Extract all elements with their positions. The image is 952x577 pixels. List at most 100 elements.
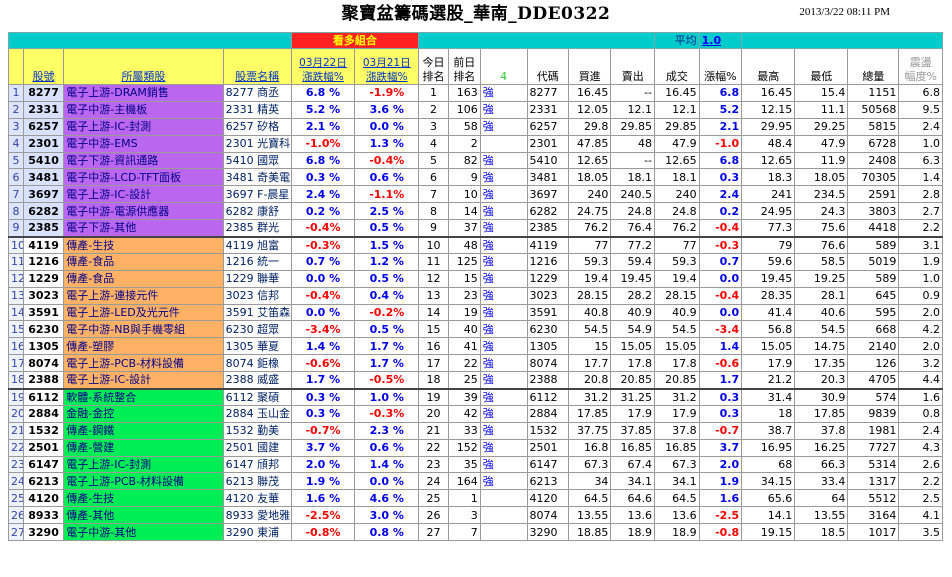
table-row[interactable]: 9 2385 電子下游-其他 2385 群光 -0.4% 0.5 % 9 37 強 2385 76.… (8, 219, 943, 238)
signal: 強 (479, 219, 528, 238)
table-row[interactable]: 143591電子上游-LED及光元件3591 艾笛森0.0 %-0.2%1419… (8, 303, 943, 322)
row-index: 25 (8, 489, 24, 508)
table-row[interactable]: 196112軟體-系統整合6112 聚碩0.3 %1.0 %1939強61123… (8, 387, 943, 406)
table-row[interactable]: 202884金融-金控2884 玉山金0.3 %-0.3%2042強288417… (8, 404, 943, 423)
table-row[interactable]: 156230電子中游-NB與手機零組6230 超眾-3.4%0.5 %1540強… (8, 320, 943, 339)
volume: 595 (847, 303, 900, 322)
table-row[interactable]: 211532傳產-鋼鐵1532 勤美-0.7%2.3 %2133強153237.… (8, 421, 943, 440)
table-row[interactable]: 182388電子上游-IC-設計2388 威盛1.7 %-0.5%1825強23… (8, 371, 943, 390)
table-row[interactable]: 246213電子上游-PCB-材料設備6213 聯茂1.9 %0.0 %2416… (8, 472, 943, 491)
change-pct: -0.3 (698, 235, 743, 254)
sector: 電子中游-主機板 (63, 100, 224, 119)
change-pct: -2.5 (698, 506, 743, 525)
table-row[interactable]: 104119傳產-生技4119 旭富-0.3%1.5 %1048強4119777… (8, 235, 943, 254)
table-row[interactable]: 8 6282 電子中游-電源供應器 6282 康舒 0.2 % 2.5 % 8 14 強 6282… (8, 202, 943, 221)
code2: 6230 (526, 320, 569, 339)
stock-code: 1532 (22, 421, 65, 440)
table-row[interactable]: 178074電子上游-PCB-材料設備8074 鉅橡-0.6%1.7 %1722… (8, 354, 943, 373)
rank-prev: 42 (447, 404, 481, 423)
change-d2: 0.0 % (354, 472, 420, 491)
code2: 2385 (526, 219, 569, 238)
change-d2: 0.6 % (354, 168, 420, 187)
stock-code: 1216 (22, 252, 65, 271)
stock-name: 4119 旭富 (222, 235, 292, 254)
rank-prev: 163 (447, 84, 481, 102)
low: 28.1 (794, 286, 849, 305)
amplitude: 3.2 (898, 354, 943, 373)
sector: 電子上游-LED及光元件 (63, 303, 224, 322)
deal: 59.3 (654, 252, 700, 271)
header-amp: 震盪 幅度% (898, 48, 943, 85)
table-row[interactable]: 161305傳產-塑膠1305 華夏1.4 %1.7 %1641強1305151… (8, 337, 943, 356)
header-name[interactable]: 股票名稱 (222, 48, 292, 85)
signal: 強 (479, 455, 528, 474)
change-d1: 0.0 % (290, 269, 356, 288)
ask: 31.25 (610, 387, 656, 406)
ask: 59.4 (610, 252, 656, 271)
high: 18.3 (741, 168, 796, 187)
high: 48.4 (741, 134, 796, 153)
signal: 強 (479, 235, 528, 254)
volume: 50568 (847, 100, 900, 119)
code2: 8277 (526, 84, 569, 102)
low: 54.5 (794, 320, 849, 339)
volume: 126 (847, 354, 900, 373)
high: 21.2 (741, 371, 796, 390)
change-d2: -0.3% (354, 404, 420, 423)
change-pct: 2.4 (698, 185, 743, 204)
code2: 4120 (526, 489, 569, 508)
table-row[interactable]: 4 2301 電子中游-EMS 2301 光寶科 -1.0% 1.3 % 4 2 2301 47.… (8, 134, 943, 153)
table-row[interactable]: 236147電子上游-IC-封測6147 頎邦2.0 %1.4 %2335強61… (8, 455, 943, 474)
change-d1: -0.3% (290, 235, 356, 254)
table-row[interactable]: 111216傳產-食品1216 統一0.7 %1.2 %11125強121659… (8, 252, 943, 271)
rank-prev: 2 (447, 134, 481, 153)
ask: -- (610, 151, 656, 170)
table-row[interactable]: 2 2331 電子中游-主機板 2331 精英 5.2 % 3.6 % 2 106 強 2331 1… (8, 100, 943, 119)
change-d1: -1.0% (290, 134, 356, 153)
high: 77.3 (741, 219, 796, 238)
ask: 24.8 (610, 202, 656, 221)
amplitude: 4.4 (898, 371, 943, 390)
signal: 強 (479, 286, 528, 305)
high: 79 (741, 235, 796, 254)
table-row[interactable]: 3 6257 電子上游-IC-封測 6257 矽格 2.1 % 0.0 % 3 58 強 6257… (8, 117, 943, 136)
ask: 20.85 (610, 371, 656, 390)
table-row[interactable]: 7 3697 電子上游-IC-設計 3697 F-晨星 2.4 % -1.1% 7 10 強 36… (8, 185, 943, 204)
sector: 電子上游-IC-設計 (63, 371, 224, 390)
volume: 1017 (847, 523, 900, 542)
header-d2[interactable]: 03月21日 漲跌幅% (354, 48, 420, 85)
bid: 29.8 (567, 117, 612, 136)
table-row[interactable]: 254120傳產-生技4120 友華1.6 %4.6 %251412064.56… (8, 489, 943, 508)
table-row[interactable]: 1 8277 電子上游-DRAM銷售 8277 商丞 6.8 % -1.9% 1 163 強 82… (8, 84, 943, 102)
header-bid: 買進 (567, 48, 612, 85)
high: 24.95 (741, 202, 796, 221)
header-code[interactable]: 股號 (22, 48, 65, 85)
table-row[interactable]: 222501傳產-營建2501 國建3.7 %0.6 %22152強250116… (8, 438, 943, 457)
header-sector[interactable]: 所屬類股 (63, 48, 224, 85)
ask: 15.05 (610, 337, 656, 356)
volume: 4705 (847, 371, 900, 390)
code2: 2331 (526, 100, 569, 119)
low: 16.25 (794, 438, 849, 457)
low: 24.3 (794, 202, 849, 221)
header-d1[interactable]: 03月22日 漲跌幅% (290, 48, 356, 85)
table-row[interactable]: 6 3481 電子中游-LCD-TFT面板 3481 奇美電 0.3 % 0.6 % 6 9 強… (8, 168, 943, 187)
signal: 強 (479, 168, 528, 187)
row-index: 2 (8, 100, 24, 119)
table-row[interactable]: 121229傳產-食品1229 聯華0.0 %0.5 %1215強122919.… (8, 269, 943, 288)
average-value[interactable]: 1.0 (698, 32, 743, 49)
rank-prev: 35 (447, 455, 481, 474)
bid: 18.85 (567, 523, 612, 542)
table-row[interactable]: 268933傳產-其他8933 愛地雅-2.5%3.0 %263807413.5… (8, 506, 943, 525)
table-row[interactable]: 273290電子中游-其他3290 東浦-0.8%0.8 %277329018.… (8, 523, 943, 542)
stock-name: 3481 奇美電 (222, 168, 292, 187)
rank-prev: 58 (447, 117, 481, 136)
table-row[interactable]: 133023電子上游-連接元件3023 信邦-0.4%0.4 %1323強302… (8, 286, 943, 305)
change-pct: 1.9 (698, 472, 743, 491)
code2: 6112 (526, 387, 569, 406)
table-row[interactable]: 5 5410 電子下游-資訊通路 5410 國眾 6.8 % -0.4% 5 82 強 5410 1… (8, 151, 943, 170)
high: 59.6 (741, 252, 796, 271)
change-pct: -0.7 (698, 421, 743, 440)
change-d1: 0.3 % (290, 168, 356, 187)
signal: 強 (479, 354, 528, 373)
